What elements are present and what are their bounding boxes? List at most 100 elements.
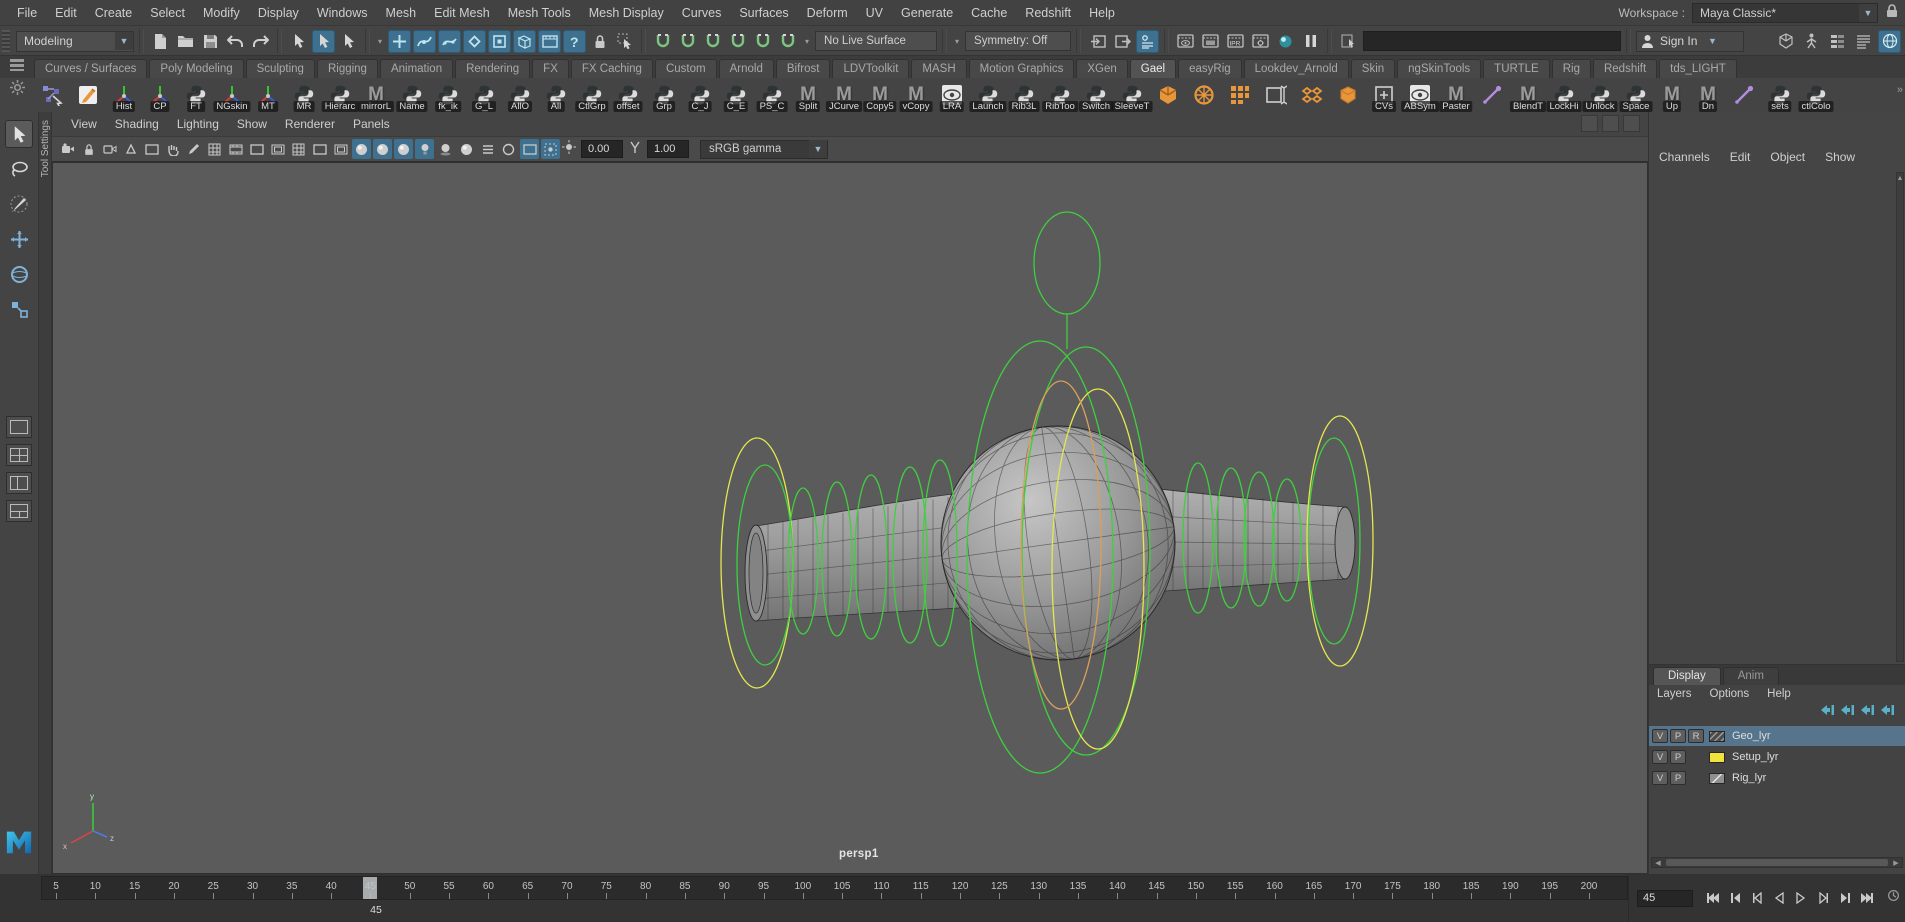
shelf-button-frame-arrows-34[interactable] [1258, 78, 1294, 112]
new-empty-layer-icon[interactable] [1860, 703, 1875, 721]
field-chart-icon[interactable] [289, 139, 308, 159]
attribute-editor-icon[interactable] [1826, 30, 1849, 53]
shelf-button-ft[interactable]: FT [178, 78, 214, 112]
layer-menu-options[interactable]: Options [1710, 688, 1750, 700]
smooth-shade-icon[interactable] [373, 139, 392, 159]
snap-magnet-grid-icon[interactable] [651, 30, 674, 53]
humanik-icon[interactable] [1800, 30, 1823, 53]
panel-menu-show[interactable]: Show [228, 117, 276, 131]
pane-maximize-icon[interactable] [1581, 115, 1598, 132]
shelf-button-up[interactable]: MUp [1654, 78, 1690, 112]
shelf-tab-turtle[interactable]: TURTLE [1483, 59, 1550, 78]
shelf-button-vcopy[interactable]: MvCopy [898, 78, 934, 112]
snap-to-projected-center-icon[interactable] [463, 30, 486, 53]
snap-magnet-point-icon[interactable] [701, 30, 724, 53]
channel-box-menu-object[interactable]: Object [1770, 150, 1805, 164]
shelf-button-pencil-page-1[interactable] [70, 78, 106, 112]
menu-edit-mesh[interactable]: Edit Mesh [425, 0, 499, 26]
four-pane-layout[interactable] [6, 444, 32, 466]
xray-icon[interactable] [520, 139, 539, 159]
ipr-render-icon[interactable]: IPR [1224, 30, 1247, 53]
shelf-button-launch[interactable]: Launch [970, 78, 1006, 112]
layer-display-type-toggle[interactable] [1688, 750, 1704, 764]
single-pane-layout[interactable] [6, 416, 32, 438]
lock-camera-icon[interactable] [79, 139, 98, 159]
separator[interactable] [1076, 29, 1081, 53]
layer-editor-hscrollbar[interactable]: ◀ ▶ [1651, 857, 1903, 868]
snap-magnet-live-icon[interactable] [776, 30, 799, 53]
shelf-button-hist[interactable]: Hist [106, 78, 142, 112]
shelf-button-c-j[interactable]: C_J [682, 78, 718, 112]
shelf-button-allo[interactable]: AllO [502, 78, 538, 112]
shelf-overflow-icon[interactable]: » [1897, 84, 1903, 96]
shelf-button-dn[interactable]: MDn [1690, 78, 1726, 112]
panel-menu-panels[interactable]: Panels [344, 117, 399, 131]
play-backwards-button[interactable] [1769, 888, 1789, 908]
new-scene-icon[interactable] [149, 30, 172, 53]
anti-aliasing-icon[interactable] [478, 139, 497, 159]
shelf-tab-custom[interactable]: Custom [655, 59, 717, 78]
statusline-grip[interactable] [2, 30, 10, 52]
select-component-icon[interactable] [337, 30, 360, 53]
scrollbar-thumb[interactable] [1666, 859, 1888, 866]
shelf-tab-ngskintools[interactable]: ngSkinTools [1397, 59, 1481, 78]
shelf-button-orange-cube-31[interactable] [1150, 78, 1186, 112]
layer-color-swatch[interactable] [1709, 731, 1725, 742]
separator[interactable] [139, 29, 144, 53]
snap-magnet-plane-icon[interactable] [751, 30, 774, 53]
render-settings-icon[interactable] [1249, 30, 1272, 53]
shelf-tab-rigging[interactable]: Rigging [317, 59, 378, 78]
chevron-down-icon[interactable]: ▾ [802, 37, 812, 46]
shelf-button-jcurve[interactable]: MJCurve [826, 78, 862, 112]
menu-file[interactable]: File [8, 0, 46, 26]
shelf-button-blendt[interactable]: MBlendT [1510, 78, 1546, 112]
shelf-tab-lookdev-arnold[interactable]: Lookdev_Arnold [1244, 59, 1349, 78]
snap-to-view-plane-icon[interactable] [538, 30, 561, 53]
snap-to-mesh-icon[interactable] [513, 30, 536, 53]
lock-selection-icon[interactable] [588, 30, 611, 53]
chevron-down-icon[interactable]: ▾ [375, 37, 385, 46]
side-by-side-layout[interactable] [6, 472, 32, 494]
bookmark-icon[interactable] [121, 139, 140, 159]
lasso-tool[interactable] [5, 155, 33, 183]
shelf-button-absym[interactable]: ABSym [1402, 78, 1438, 112]
lock-workspace-icon[interactable] [1885, 3, 1899, 24]
sign-in-button[interactable]: Sign In ▼ [1636, 31, 1744, 52]
shelf-button-orange-grid-33[interactable] [1222, 78, 1258, 112]
open-render-view-icon[interactable] [1174, 30, 1197, 53]
step-forward-key-button[interactable] [1813, 888, 1833, 908]
layer-editor-tab-anim[interactable]: Anim [1723, 667, 1779, 685]
snap-to-point-icon[interactable] [438, 30, 461, 53]
menu-create[interactable]: Create [86, 0, 142, 26]
shelf-button-split[interactable]: MSplit [790, 78, 826, 112]
shelf-button-select-graph-0[interactable] [34, 78, 70, 112]
shelf-tab-poly-modeling[interactable]: Poly Modeling [149, 59, 243, 78]
shelf-button-switch[interactable]: Switch [1078, 78, 1114, 112]
isolate-select-icon[interactable] [541, 139, 560, 159]
shelf-button-mr[interactable]: MR [286, 78, 322, 112]
shelf-tab-redshift[interactable]: Redshift [1593, 59, 1657, 78]
shelf-button-grp[interactable]: Grp [646, 78, 682, 112]
gamma-icon[interactable] [628, 140, 642, 159]
shelf-button-ctlcolo[interactable]: ctlColo [1798, 78, 1834, 112]
gamma-field[interactable]: 1.00 [647, 140, 689, 158]
channel-box-menu-edit[interactable]: Edit [1730, 150, 1751, 164]
shelf-button-c-e[interactable]: C_E [718, 78, 754, 112]
shelf-button-offset[interactable]: offset [610, 78, 646, 112]
shelf-button-mirrorl[interactable]: MmirrorL [358, 78, 394, 112]
shelf-button-orange-tiles-35[interactable] [1294, 78, 1330, 112]
separator[interactable] [365, 29, 370, 53]
layer-row-rig_lyr[interactable]: VPRig_lyr [1649, 768, 1905, 788]
play-forwards-button[interactable] [1791, 888, 1811, 908]
step-back-key-button[interactable] [1747, 888, 1767, 908]
layer-editor-tab-display[interactable]: Display [1653, 667, 1721, 685]
channel-box-menu-show[interactable]: Show [1825, 150, 1855, 164]
select-camera-icon[interactable] [58, 139, 77, 159]
pane-split-icon[interactable] [1602, 115, 1619, 132]
motion-blur-icon[interactable] [499, 139, 518, 159]
channel-box-menu-channels[interactable]: Channels [1659, 150, 1710, 164]
layer-row-setup_lyr[interactable]: VPSetup_lyr [1649, 747, 1905, 767]
time-ruler[interactable]: 5101520253035404550556065707580859095100… [41, 876, 1628, 900]
shelf-button-sets[interactable]: sets [1762, 78, 1798, 112]
shelf-button-all[interactable]: All [538, 78, 574, 112]
